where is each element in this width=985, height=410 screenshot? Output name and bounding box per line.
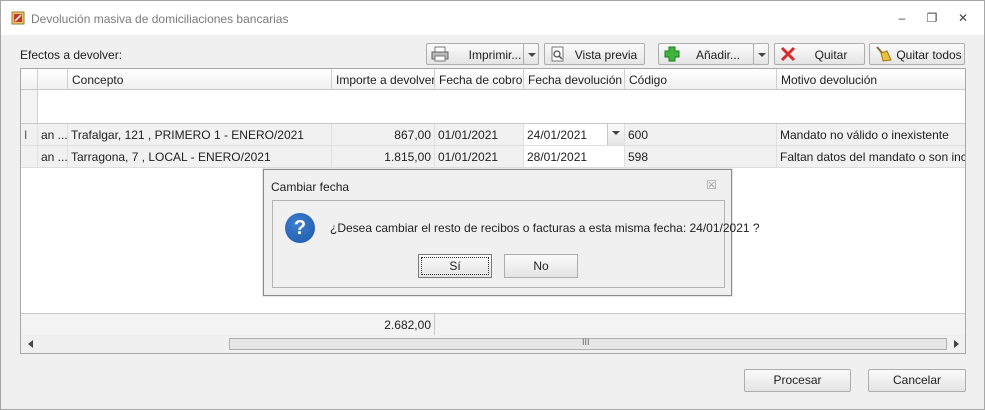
- cell-importe[interactable]: 1.815,00: [332, 146, 435, 167]
- question-icon: ?: [285, 213, 315, 243]
- minimize-button[interactable]: –: [893, 9, 911, 27]
- cell-concepto[interactable]: Tarragona, 7 , LOCAL - ENERO/2021: [68, 146, 332, 167]
- process-button[interactable]: Procesar: [744, 369, 851, 392]
- row-indicator: [21, 146, 38, 167]
- remove-all-label: Quitar todos: [896, 48, 962, 62]
- cell-fecha-devolucion[interactable]: 28/01/2021: [524, 146, 625, 167]
- filter-indicator: [21, 90, 38, 123]
- grid-footer: 2.682,00: [21, 313, 965, 335]
- header-motivo[interactable]: Motivo devolución: [777, 69, 965, 90]
- cell-motivo[interactable]: Mandato no válido o inexistente: [777, 124, 965, 145]
- main-window: Devolución masiva de domiciliaciones ban…: [0, 0, 985, 410]
- scroll-grip-icon: III: [582, 337, 590, 347]
- row-indicator: I: [21, 124, 38, 145]
- change-date-dialog: Cambiar fecha ☒ ? ¿Desea cambiar el rest…: [263, 169, 760, 296]
- preview-label: Vista previa: [574, 48, 638, 62]
- cell-codigo[interactable]: 600: [625, 124, 777, 145]
- add-label: Añadir...: [695, 48, 741, 62]
- header-codigo[interactable]: Código: [625, 69, 777, 90]
- header-importe[interactable]: Importe a devolver: [332, 69, 435, 90]
- preview-icon: [551, 46, 564, 62]
- cell-motivo[interactable]: Faltan datos del mandato o son inc...: [777, 146, 965, 167]
- scrollbar-thumb[interactable]: III: [229, 337, 947, 350]
- remove-button[interactable]: Quitar: [774, 43, 865, 65]
- add-dropdown-button[interactable]: [753, 43, 769, 65]
- add-button[interactable]: Añadir...: [658, 43, 754, 65]
- cancel-button[interactable]: Cancelar: [868, 369, 966, 392]
- date-dropdown-button[interactable]: [607, 124, 624, 145]
- grid-header: Concepto Importe a devolver Fecha de cob…: [21, 69, 965, 90]
- cell-codigo[interactable]: 598: [625, 146, 777, 167]
- broom-icon: [876, 46, 892, 62]
- filter-row[interactable]: [21, 90, 965, 124]
- title-bar: Devolución masiva de domiciliaciones ban…: [1, 1, 984, 35]
- horizontal-scrollbar[interactable]: III: [21, 335, 965, 353]
- app-icon: [11, 11, 25, 25]
- date-editor[interactable]: 24/01/2021: [524, 124, 625, 145]
- window-title: Devolución masiva de domiciliaciones ban…: [31, 12, 289, 26]
- header-indicator: [21, 69, 38, 90]
- printer-icon: [431, 46, 449, 62]
- dialog-close-icon[interactable]: ☒: [706, 178, 717, 192]
- total-importe: 2.682,00: [332, 314, 435, 335]
- header-fecha-cobro[interactable]: Fecha de cobro: [435, 69, 524, 90]
- header-concepto[interactable]: Concepto: [68, 69, 332, 90]
- cell-col0[interactable]: an ...: [38, 146, 68, 167]
- no-button[interactable]: No: [504, 254, 578, 278]
- dialog-body: ? ¿Desea cambiar el resto de recibos o f…: [272, 200, 760, 288]
- close-button[interactable]: ✕: [954, 9, 972, 27]
- remove-label: Quitar: [814, 48, 848, 62]
- print-dropdown-button[interactable]: [523, 43, 539, 65]
- table-row[interactable]: I an ... Trafalgar, 121 , PRIMERO 1 - EN…: [21, 124, 965, 146]
- cell-col0[interactable]: an ...: [38, 124, 68, 145]
- date-editor-value: 24/01/2021: [527, 128, 588, 142]
- yes-button[interactable]: Sí: [418, 254, 492, 278]
- dialog-message: ¿Desea cambiar el resto de recibos o fac…: [330, 221, 760, 235]
- section-label: Efectos a devolver:: [20, 48, 123, 62]
- table-row[interactable]: an ... Tarragona, 7 , LOCAL - ENERO/2021…: [21, 146, 965, 168]
- cell-importe[interactable]: 867,00: [332, 124, 435, 145]
- header-col0[interactable]: [38, 69, 68, 90]
- header-fecha-devolucion[interactable]: Fecha devolución: [524, 69, 625, 90]
- cell-fecha-cobro[interactable]: 01/01/2021: [435, 124, 524, 145]
- restore-button[interactable]: ❐: [923, 9, 941, 27]
- scroll-right-icon[interactable]: [954, 340, 959, 348]
- remove-all-button[interactable]: Quitar todos: [869, 43, 965, 65]
- preview-button[interactable]: Vista previa: [544, 43, 645, 65]
- remove-icon: [780, 46, 796, 62]
- scroll-left-icon[interactable]: [28, 340, 33, 348]
- dialog-title: Cambiar fecha: [271, 180, 350, 194]
- add-icon: [664, 46, 680, 62]
- cell-fecha-cobro[interactable]: 01/01/2021: [435, 146, 524, 167]
- cell-concepto[interactable]: Trafalgar, 121 , PRIMERO 1 - ENERO/2021: [68, 124, 332, 145]
